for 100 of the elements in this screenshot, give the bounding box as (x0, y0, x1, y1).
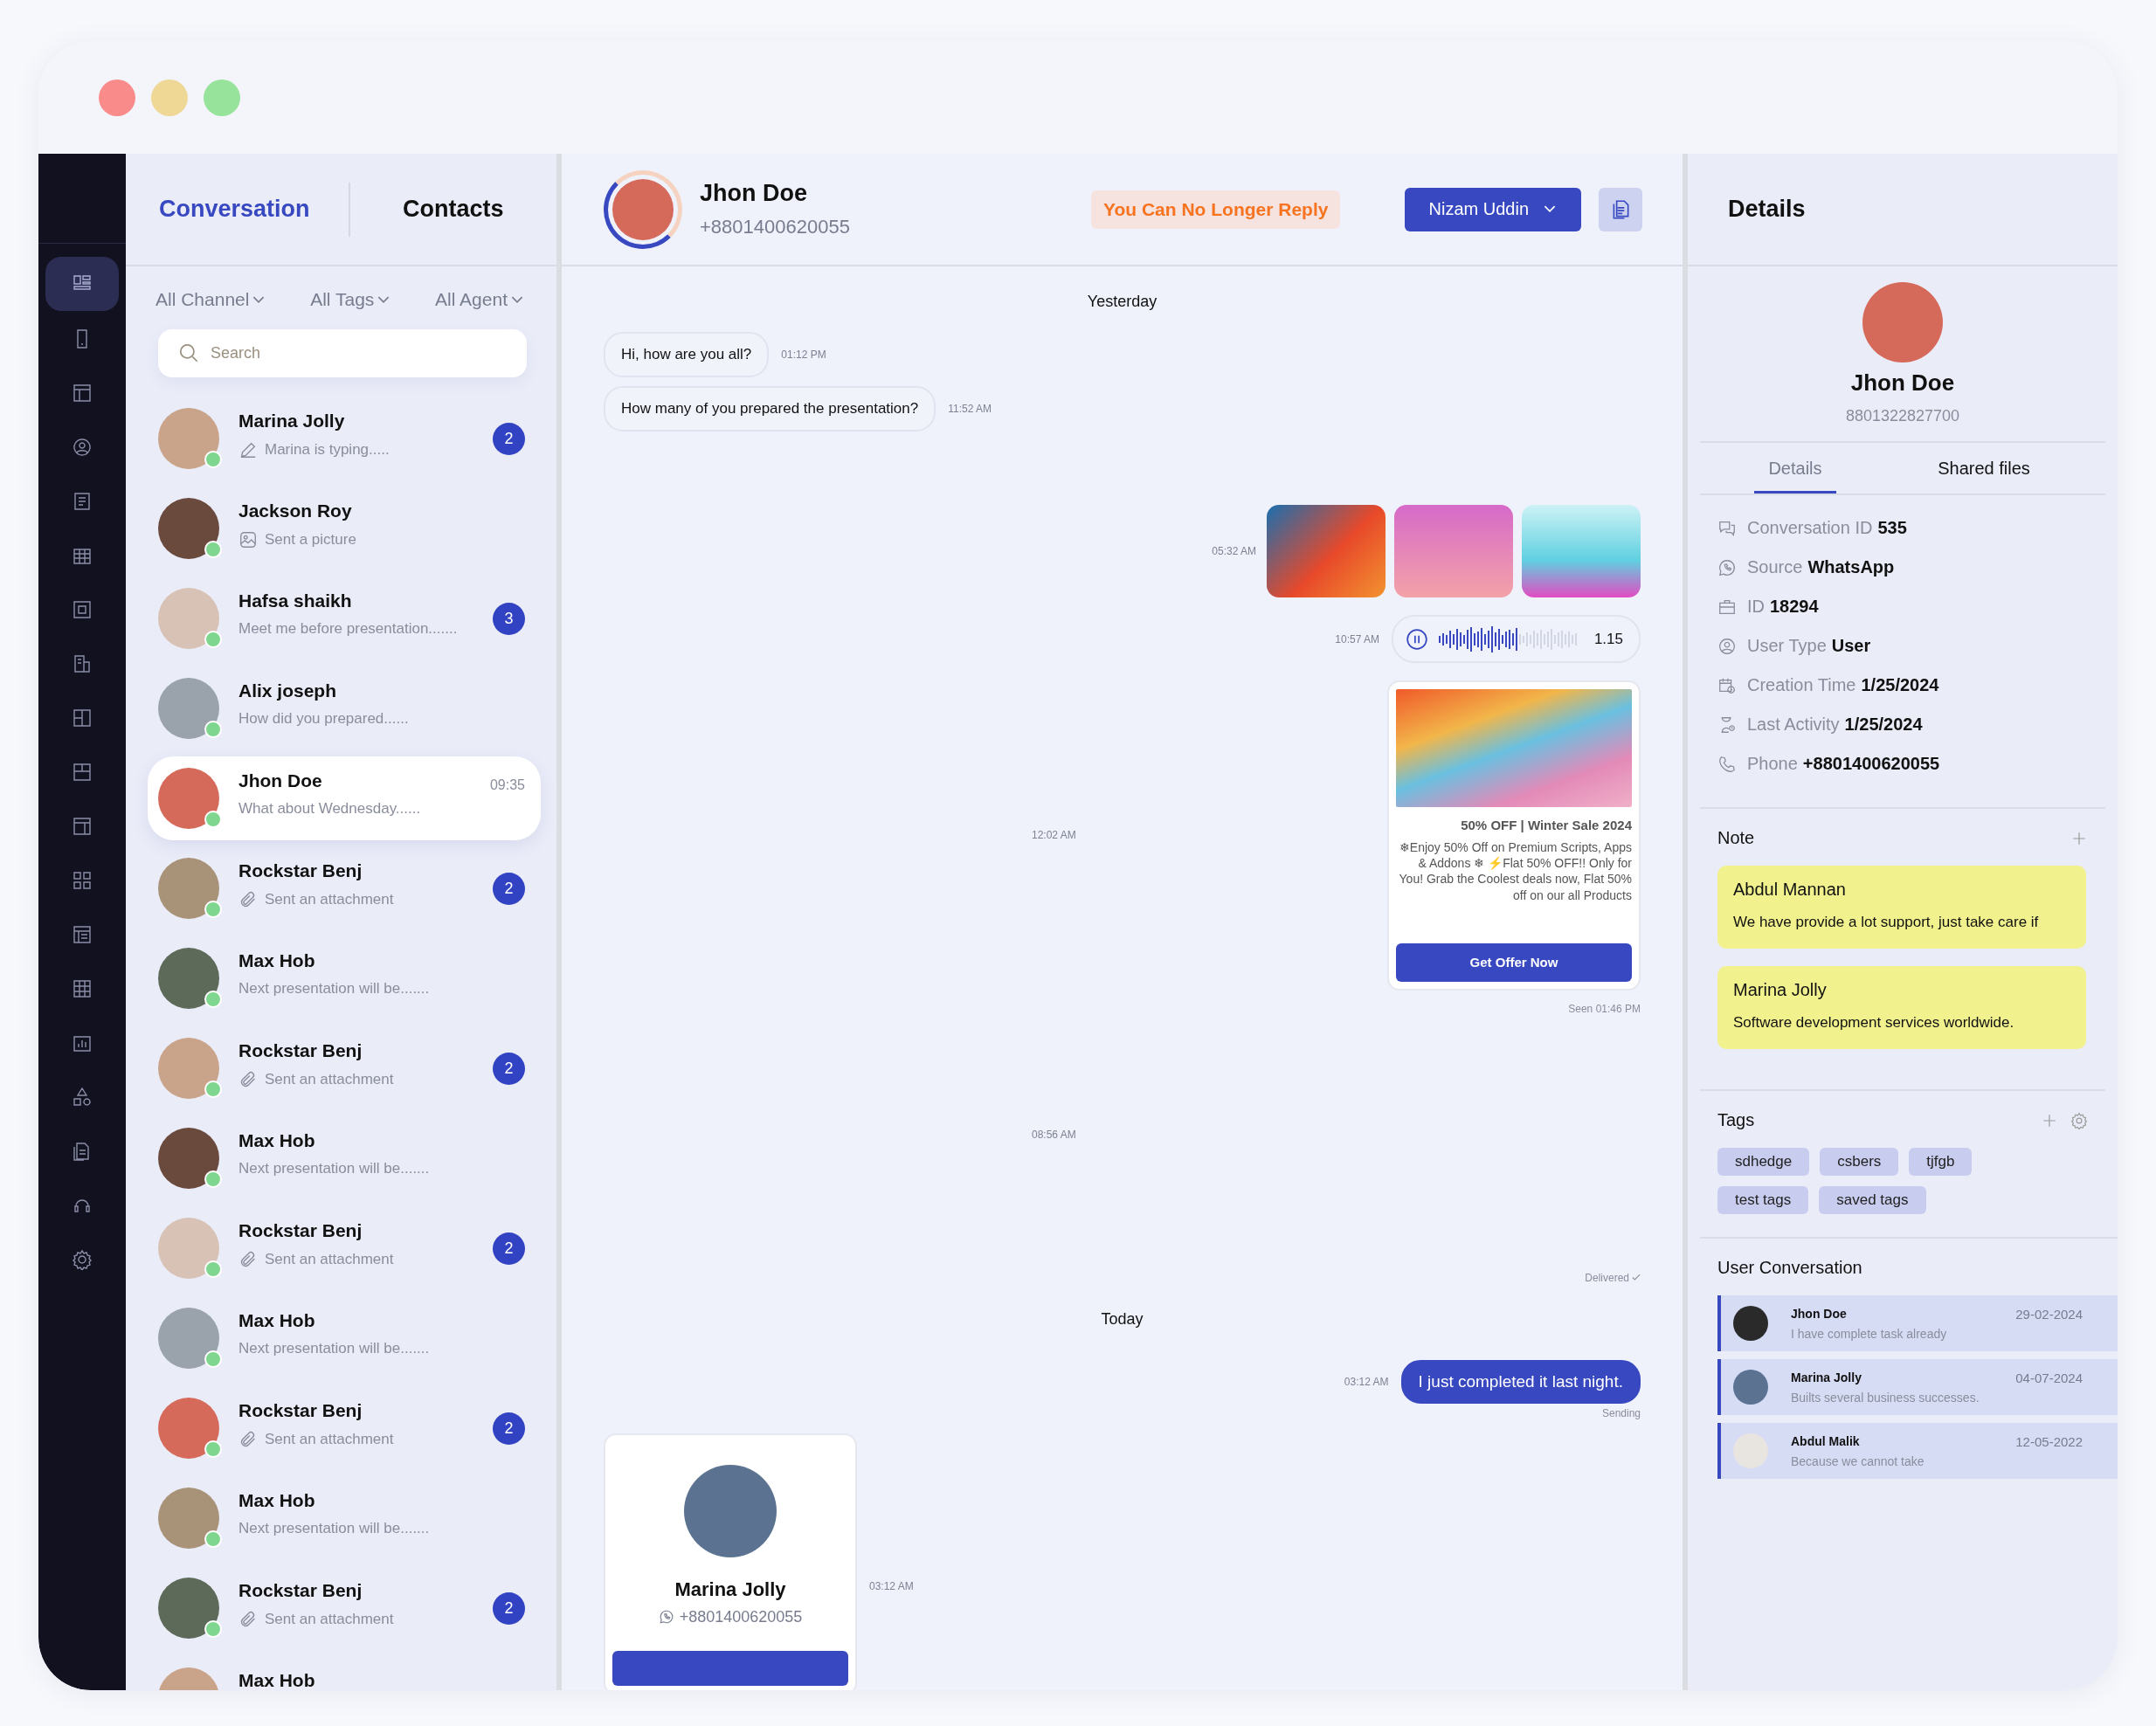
message-time: 12:02 AM (1032, 829, 1076, 842)
conversation-item[interactable]: Max Hob Next presentation will be....... (148, 1296, 541, 1380)
conversation-item[interactable]: Alix joseph How did you prepared...... (148, 666, 541, 750)
conversation-item[interactable]: Max Hob Next presentation will be....... (148, 1116, 541, 1200)
user-conversation-item[interactable]: Jhon Doe 29-02-2024 I have complete task already (1717, 1295, 2118, 1351)
user-icon (72, 437, 93, 458)
search-icon (177, 342, 200, 364)
window-close-button[interactable] (99, 79, 135, 116)
field-label: Conversation ID (1747, 518, 1873, 538)
contact-phone: +8801400620055 (700, 216, 851, 238)
document-button[interactable] (1599, 187, 1642, 231)
chat-button[interactable] (612, 1650, 848, 1686)
grid-icon (72, 978, 93, 999)
field-label: Phone (1747, 754, 1798, 774)
offer-title: 50% OFF | Winter Sale 2024 (1460, 818, 1632, 832)
user-conversation-item[interactable]: Marina Jolly 04-07-2024 Builts several business successes. (1717, 1359, 2118, 1415)
contact-name: Rockstar Benj (238, 860, 363, 881)
panel-tab[interactable]: Details (1754, 443, 1836, 494)
message-preview: Next presentation will be....... (238, 980, 430, 998)
paperclip-icon (238, 1610, 258, 1629)
contact-name: Marina Jolly (1791, 1370, 1862, 1385)
panel-tab[interactable]: Contacts (367, 196, 539, 223)
note-author: Marina Jolly (1733, 980, 1828, 1000)
conversation-item[interactable]: Rockstar Benj Sent an attachment 2 (148, 1566, 541, 1650)
message-preview: Sent an attachment (265, 1071, 394, 1088)
contact-name: Alix joseph (238, 680, 338, 701)
conversation-item[interactable]: Rockstar Benj Sent an attachment 2 (148, 846, 541, 930)
conversation-item[interactable]: Max Hob Next presentation will be....... (148, 1476, 541, 1560)
file-icon (72, 653, 93, 674)
message-preview: Marina is typing..... (265, 441, 390, 459)
field-value: 18294 (1770, 597, 1819, 617)
agent-dropdown[interactable]: Nizam Uddin (1404, 187, 1581, 231)
message-preview: Sent an attachment (265, 1251, 394, 1268)
conversation-item[interactable]: Rockstar Benj Sent an attachment 2 (148, 1206, 541, 1290)
panel-tab[interactable]: Conversation (159, 196, 331, 223)
message-time: 10:57 AM (1335, 632, 1379, 646)
tag[interactable]: csbers (1820, 1148, 1899, 1176)
message-time: 03:12 AM (1344, 1375, 1389, 1388)
contact-name: Marina Jolly (674, 1578, 786, 1601)
filter-dropdown[interactable]: All Tags (310, 289, 390, 310)
contact-name: Max Hob (238, 950, 316, 971)
reply-notice: You Can No Longer Reply (1091, 190, 1341, 229)
avatar (1733, 1306, 1768, 1341)
message-time: 01:12 PM (781, 349, 826, 361)
field-label: Creation Time (1747, 675, 1856, 695)
conversation-item[interactable]: Jhon Doe What about Wednesday...... 09:35 (148, 756, 541, 840)
conversation-item[interactable]: Marina Jolly Marina is typing..... 2 (148, 397, 541, 480)
offer-text: ❄Enjoy 50% Off on Premium Scripts, Apps & Addons ❄ ⚡Flat 50% OFF!! Only for You! Grab the Coolest deals now, Flat 50% off on our all Products (1398, 839, 1632, 903)
tag[interactable]: test tags (1717, 1186, 1809, 1214)
contact-phone: 8801322827700 (1845, 407, 1960, 425)
conversation-item[interactable]: Max Hob (148, 1656, 541, 1690)
chevron-down-icon (1543, 205, 1557, 213)
message-preview: Sent an attachment (265, 891, 394, 908)
date-divider: Yesterday (1087, 293, 1157, 311)
conversation-item[interactable]: Jackson Roy Sent a picture (148, 487, 541, 570)
message-time: 08:56 AM (1032, 1128, 1077, 1141)
user-conversation-item[interactable]: Abdul Malik 12-05-2022 Because we cannot take (1717, 1423, 2118, 1479)
field-value: 1/25/2024 (1861, 675, 1939, 695)
message-status: Seen 01:46 PM (1568, 1002, 1641, 1015)
chevron-down-icon (511, 295, 523, 304)
phone-icon (1717, 754, 1737, 774)
contact-name: Jhon Doe (700, 180, 808, 207)
conversation-item[interactable]: Rockstar Benj Sent an attachment 2 (148, 1386, 541, 1470)
window-icon (72, 816, 93, 837)
tag[interactable]: saved tags (1819, 1186, 1926, 1214)
checkmark-icon (1632, 1274, 1641, 1282)
unread-count: 3 (493, 602, 525, 635)
get-offer-button[interactable]: Get Offer Now (1396, 942, 1632, 982)
photo-placeholder[interactable] (1522, 505, 1641, 597)
filter-dropdown[interactable]: All Agent (435, 289, 523, 310)
paperclip-icon (238, 1430, 258, 1449)
pause-button[interactable] (1406, 627, 1428, 651)
message-bubble: Hi, how are you all? (604, 332, 770, 377)
search-field[interactable]: Search (158, 329, 527, 377)
panel-tab[interactable]: Shared files (1862, 443, 2105, 494)
unread-count: 2 (493, 1591, 525, 1625)
photo-placeholder[interactable] (1267, 505, 1386, 597)
contact-name: Max Hob (238, 1310, 316, 1331)
conversation-item[interactable]: Hafsa shaikh Meet me before presentation....... 3 (148, 576, 541, 660)
message-preview: Because we cannot take (1791, 1453, 1925, 1468)
sidebar-nav-button[interactable] (45, 257, 119, 311)
field-value: 1/25/2024 (1844, 715, 1923, 735)
tag[interactable]: sdhedge (1717, 1148, 1810, 1176)
chevron-down-icon (377, 295, 390, 304)
grid-icon (72, 708, 93, 728)
contact-name: Jhon Doe (1791, 1306, 1847, 1322)
note-text: We have provide a lot support, just take care if (1733, 914, 2040, 931)
unread-count: 2 (493, 1052, 525, 1085)
note-author: Abdul Mannan (1733, 880, 1847, 900)
settings-icon[interactable] (2070, 1111, 2088, 1129)
contact-name: Abdul Malik (1791, 1433, 1860, 1449)
unread-count: 2 (493, 422, 525, 455)
message-time: 09:35 (489, 777, 525, 793)
conversation-item[interactable]: Max Hob Next presentation will be....... (148, 936, 541, 1020)
contact-phone: +8801400620055 (679, 1607, 803, 1626)
conversation-date: 12-05-2022 (2015, 1433, 2083, 1449)
filter-dropdown[interactable]: All Channel (155, 289, 266, 310)
tag[interactable]: tjfgb (1909, 1148, 1973, 1176)
panel-icon (72, 762, 93, 783)
conversation-item[interactable]: Rockstar Benj Sent an attachment 2 (148, 1026, 541, 1110)
